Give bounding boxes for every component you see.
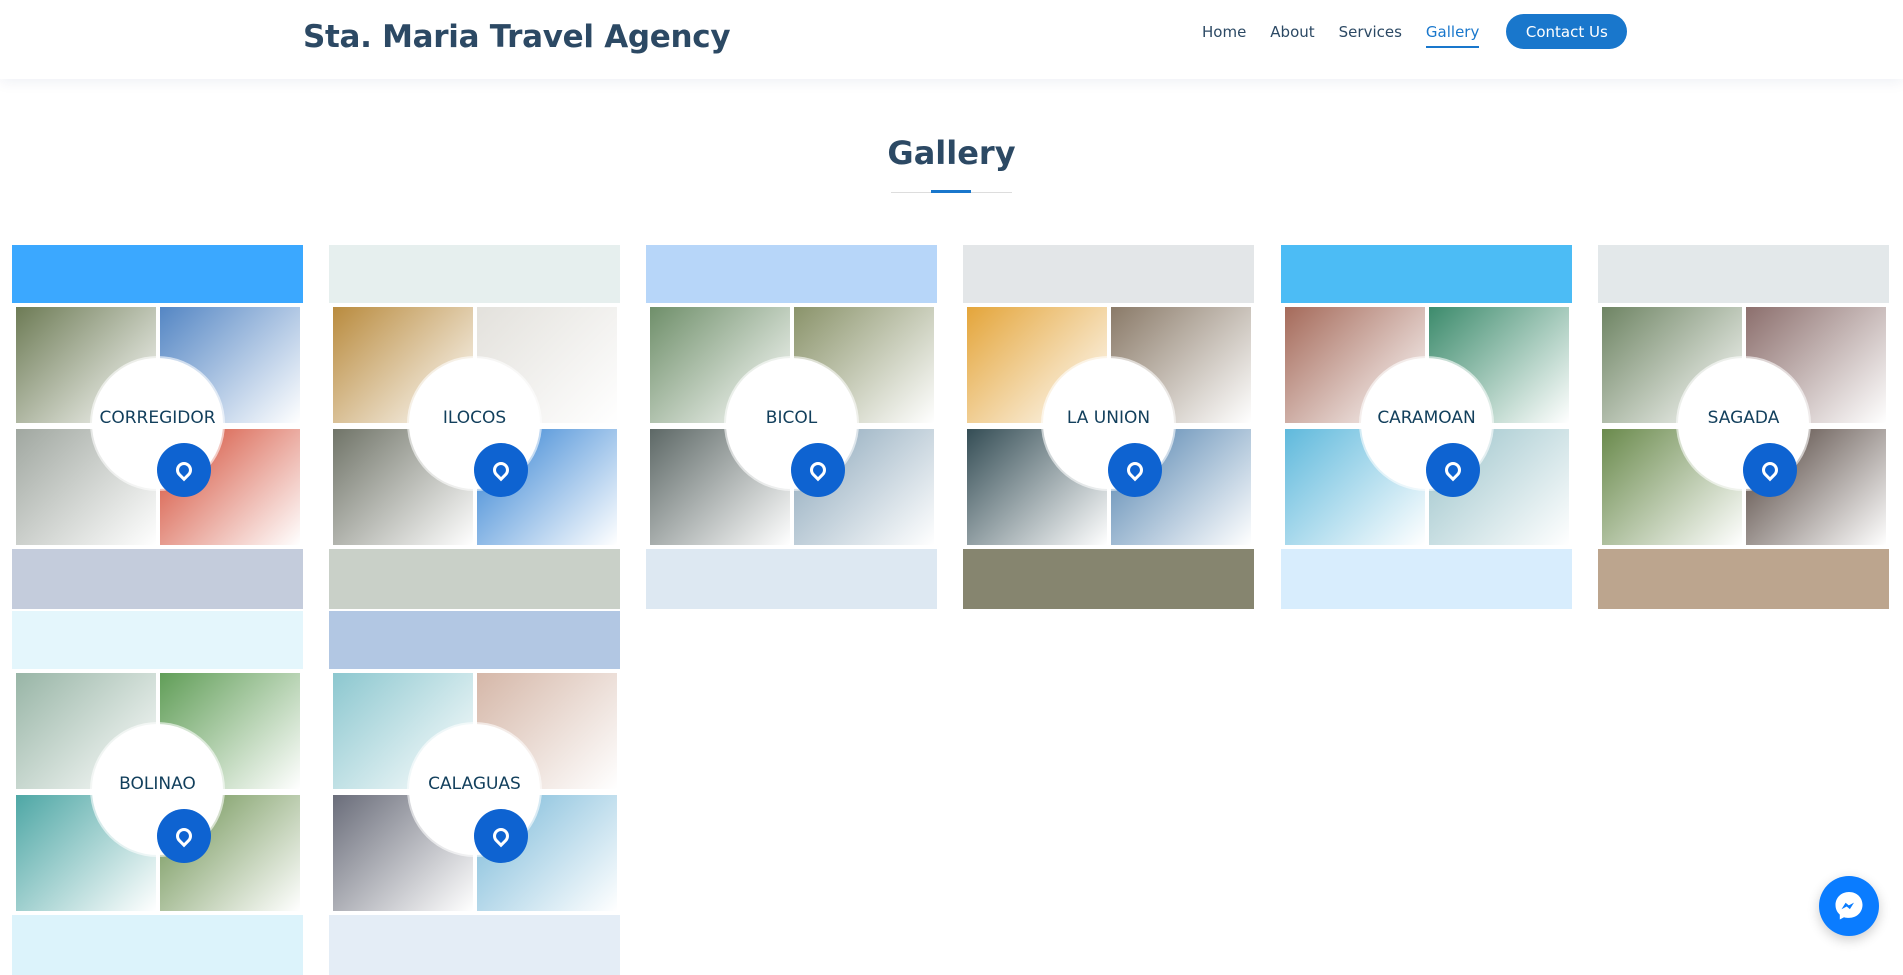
gallery-item-caramoan[interactable]: CARAMOAN [1281,245,1572,609]
gallery-item-calaguas[interactable]: CALAGUAS [329,611,620,975]
destination-label: LA UNION [1066,408,1151,428]
destination-label: ILOCOS [442,408,507,428]
destination-badge: BICOL [726,358,857,497]
tile-bottom-band [329,549,620,609]
destination-badge: ILOCOS [409,358,540,497]
destination-collage: CARAMOAN [1281,303,1572,549]
main-nav: Home About Services Gallery Contact Us [1202,14,1628,49]
messenger-chat-button[interactable] [1819,876,1879,936]
map-pin-icon [157,443,211,497]
destination-badge: CORREGIDOR [92,358,223,497]
tile-bottom-band [963,549,1254,609]
map-pin-icon [157,809,211,863]
map-pin-icon [1743,443,1797,497]
pin-shape [1441,458,1465,482]
pin-shape [489,458,513,482]
site-header: Sta. Maria Travel Agency Home About Serv… [0,0,1903,79]
destination-badge: CALAGUAS [409,724,540,863]
tile-top-band [329,245,620,303]
tile-top-band [1281,245,1572,303]
tile-top-band [329,611,620,669]
tile-top-band [1598,245,1889,303]
gallery-item-corregidor[interactable]: CORREGIDOR [12,245,303,609]
pin-shape [806,458,830,482]
destination-label: SAGADA [1707,408,1780,428]
gallery-item-la-union[interactable]: LA UNION [963,245,1254,609]
pin-shape [489,824,513,848]
tile-bottom-band [12,915,303,975]
map-pin-icon [474,809,528,863]
tile-top-band [12,611,303,669]
tile-bottom-band [12,549,303,609]
destination-badge: BOLINAO [92,724,223,863]
destination-label: BOLINAO [119,774,196,794]
destination-label: CALAGUAS [428,774,521,794]
section-title: Gallery [887,134,1016,172]
pin-shape [172,458,196,482]
tile-bottom-band [646,549,937,609]
tile-bottom-band [1598,549,1889,609]
destination-collage: BOLINAO [12,669,303,915]
tile-top-band [963,245,1254,303]
destination-badge: LA UNION [1043,358,1174,497]
pin-shape [172,824,196,848]
destination-label: CARAMOAN [1377,408,1476,428]
destination-label: CORREGIDOR [99,408,216,428]
tile-bottom-band [329,915,620,975]
destination-badge: CARAMOAN [1361,358,1492,497]
pin-shape [1758,458,1782,482]
nav-home[interactable]: Home [1202,23,1246,48]
map-pin-icon [1108,443,1162,497]
tile-top-band [12,245,303,303]
contact-us-button[interactable]: Contact Us [1506,14,1628,49]
tile-bottom-band [1281,549,1572,609]
destination-collage: CORREGIDOR [12,303,303,549]
destination-collage: CALAGUAS [329,669,620,915]
brand-logo[interactable]: Sta. Maria Travel Agency [303,19,731,55]
gallery-item-ilocos[interactable]: ILOCOS [329,245,620,609]
gallery-item-sagada[interactable]: SAGADA [1598,245,1889,609]
destination-collage: LA UNION [963,303,1254,549]
destination-collage: BICOL [646,303,937,549]
pin-shape [1123,458,1147,482]
nav-about[interactable]: About [1270,23,1314,48]
title-accent-bar [931,190,971,193]
destination-badge: SAGADA [1678,358,1809,497]
destination-label: BICOL [765,408,818,428]
nav-services[interactable]: Services [1339,23,1402,48]
map-pin-icon [474,443,528,497]
gallery-item-bicol[interactable]: BICOL [646,245,937,609]
tile-top-band [646,245,937,303]
map-pin-icon [1426,443,1480,497]
messenger-icon [1835,892,1863,920]
map-pin-icon [791,443,845,497]
destination-collage: SAGADA [1598,303,1889,549]
nav-gallery[interactable]: Gallery [1425,23,1480,48]
destination-collage: ILOCOS [329,303,620,549]
gallery-item-bolinao[interactable]: BOLINAO [12,611,303,975]
